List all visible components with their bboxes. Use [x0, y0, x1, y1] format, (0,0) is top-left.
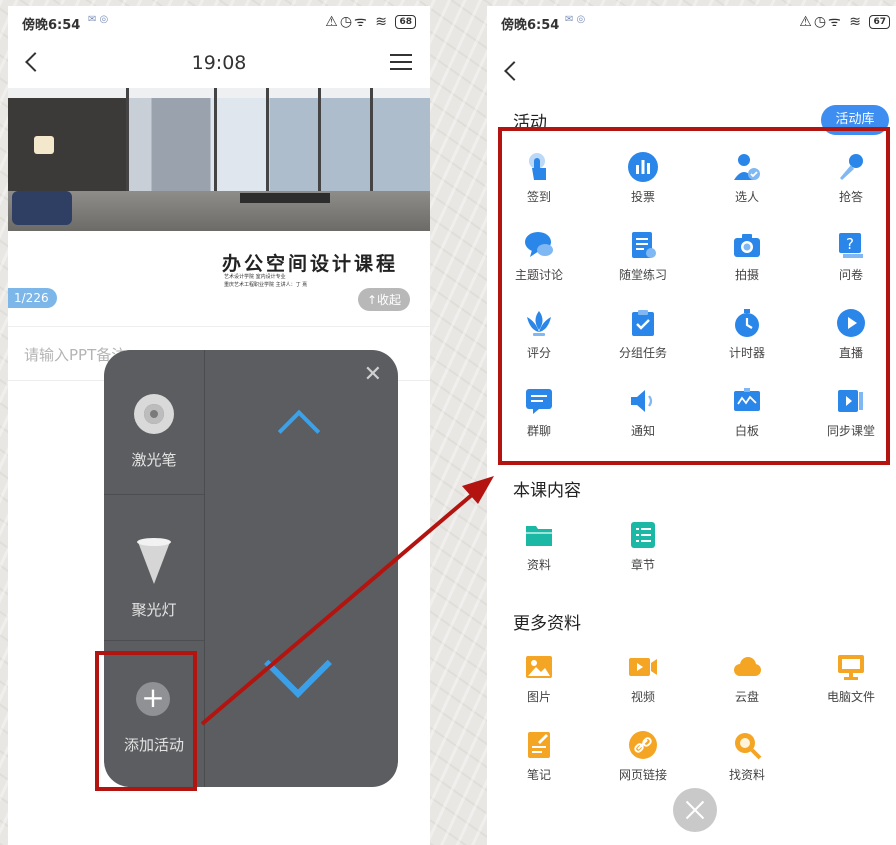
annotation-arrow-icon [200, 476, 494, 726]
